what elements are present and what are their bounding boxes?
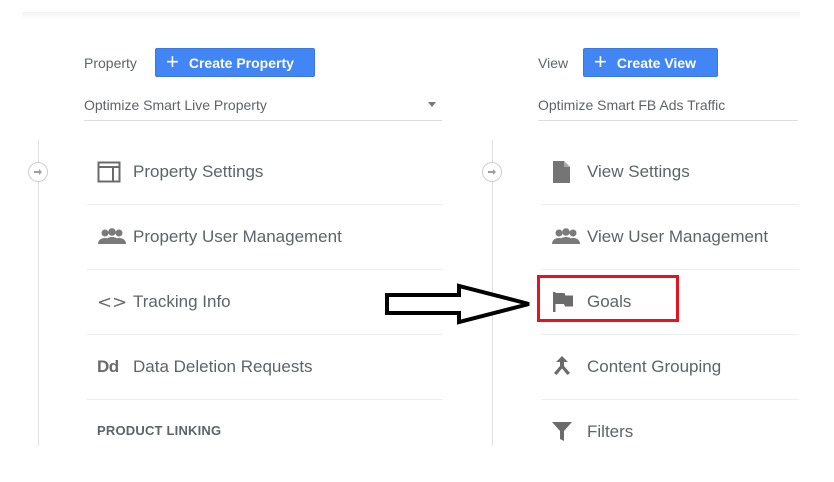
view-selector[interactable]: Optimize Smart FB Ads Traffic <box>538 90 798 121</box>
menu-item-label: View Settings <box>587 162 690 181</box>
code-glyph: <> <box>97 291 128 313</box>
people-icon <box>87 228 133 246</box>
menu-item-property-user-management[interactable]: Property User Management <box>87 205 443 270</box>
menu-item-filters[interactable]: Filters <box>541 400 799 464</box>
menu-item-label: Filters <box>587 422 634 441</box>
plus-icon: + <box>166 48 179 74</box>
create-property-label: Create Property <box>188 54 294 71</box>
dd-glyph: Dd <box>97 357 119 376</box>
view-column-toggle[interactable] <box>482 162 502 182</box>
property-layout-icon <box>87 161 133 183</box>
property-column-toggle[interactable] <box>28 162 48 182</box>
plus-icon: + <box>594 48 607 74</box>
menu-item-property-settings[interactable]: Property Settings <box>87 140 443 205</box>
top-divider <box>22 12 800 20</box>
arrow-right-icon <box>34 169 42 175</box>
chevron-down-icon <box>428 102 436 107</box>
people-icon <box>541 228 587 246</box>
menu-item-view-user-management[interactable]: View User Management <box>541 205 799 270</box>
product-linking-heading: PRODUCT LINKING <box>97 422 222 438</box>
code-icon: <> <box>87 292 133 313</box>
property-selector[interactable]: Optimize Smart Live Property <box>84 90 442 121</box>
document-icon <box>541 160 587 184</box>
property-column-line <box>38 140 39 446</box>
create-view-label: Create View <box>616 54 696 71</box>
menu-item-label: Property Settings <box>133 162 264 181</box>
annotation-arrow-icon <box>385 283 530 325</box>
view-selected-value: Optimize Smart FB Ads Traffic <box>538 97 726 113</box>
goals-highlight-box <box>537 275 679 322</box>
menu-item-view-settings[interactable]: View Settings <box>541 140 799 205</box>
property-selected-value: Optimize Smart Live Property <box>84 97 267 113</box>
menu-item-data-deletion-requests[interactable]: Dd Data Deletion Requests <box>87 335 443 400</box>
menu-item-content-grouping[interactable]: Content Grouping <box>541 335 799 400</box>
menu-item-label: Data Deletion Requests <box>133 357 313 376</box>
filter-icon <box>541 421 587 443</box>
content-grouping-icon <box>541 355 587 379</box>
create-property-button[interactable]: + Create Property <box>155 48 315 77</box>
create-view-button[interactable]: + Create View <box>583 48 718 77</box>
menu-item-label: Tracking Info <box>133 292 231 311</box>
property-label: Property <box>84 55 137 71</box>
menu-item-label: Content Grouping <box>587 357 722 376</box>
view-label: View <box>538 55 569 71</box>
menu-item-label: View User Management <box>587 227 769 246</box>
menu-item-label: Property User Management <box>133 227 342 246</box>
dd-icon: Dd <box>87 357 133 377</box>
arrow-right-icon <box>488 169 496 175</box>
